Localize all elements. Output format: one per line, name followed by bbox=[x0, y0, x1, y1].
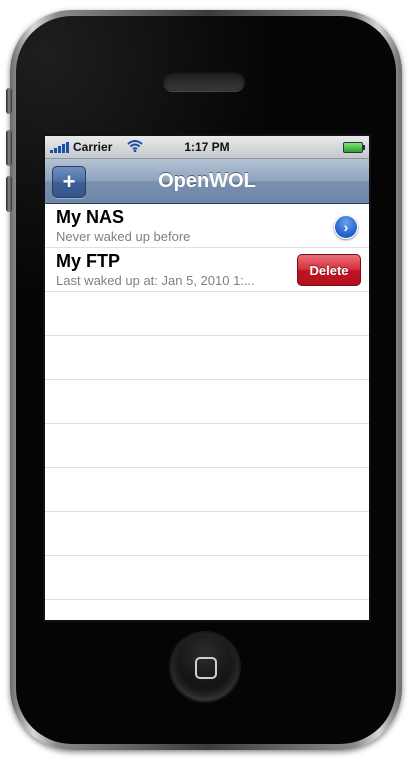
disclosure-button-icon[interactable]: › bbox=[334, 215, 358, 239]
navigation-bar: + OpenWOL bbox=[45, 159, 369, 204]
empty-row bbox=[45, 468, 369, 512]
chevron-right-icon: › bbox=[343, 219, 349, 235]
page-title: OpenWOL bbox=[158, 170, 256, 192]
volume-up-button bbox=[6, 130, 12, 166]
home-button[interactable] bbox=[171, 633, 239, 701]
empty-row bbox=[45, 336, 369, 380]
empty-row bbox=[45, 424, 369, 468]
empty-row bbox=[45, 600, 369, 620]
host-subtitle: Last waked up at: Jan 5, 2010 1:... bbox=[56, 273, 255, 288]
host-row-my-ftp[interactable]: My FTP Last waked up at: Jan 5, 2010 1:.… bbox=[45, 248, 369, 292]
host-row-my-nas[interactable]: My NAS Never waked up before › bbox=[45, 204, 369, 248]
host-name: My NAS bbox=[56, 207, 125, 227]
host-list: My NAS Never waked up before › My FTP La… bbox=[45, 204, 369, 620]
home-square-icon bbox=[195, 657, 217, 679]
host-subtitle: Never waked up before bbox=[56, 229, 191, 244]
empty-row bbox=[45, 292, 369, 336]
delete-button[interactable]: Delete bbox=[297, 254, 361, 286]
empty-row bbox=[45, 380, 369, 424]
device-screen: Carrier 1:17 PM + OpenWOL My NAS Never w… bbox=[45, 136, 369, 620]
silent-switch bbox=[6, 88, 12, 114]
host-name: My FTP bbox=[56, 251, 121, 271]
status-time: 1:17 PM bbox=[184, 140, 230, 154]
earpiece-speaker bbox=[163, 71, 245, 91]
status-bar: Carrier 1:17 PM bbox=[45, 136, 369, 159]
battery-icon bbox=[343, 142, 365, 153]
volume-down-button bbox=[6, 176, 12, 212]
empty-row bbox=[45, 556, 369, 600]
empty-row bbox=[45, 512, 369, 556]
